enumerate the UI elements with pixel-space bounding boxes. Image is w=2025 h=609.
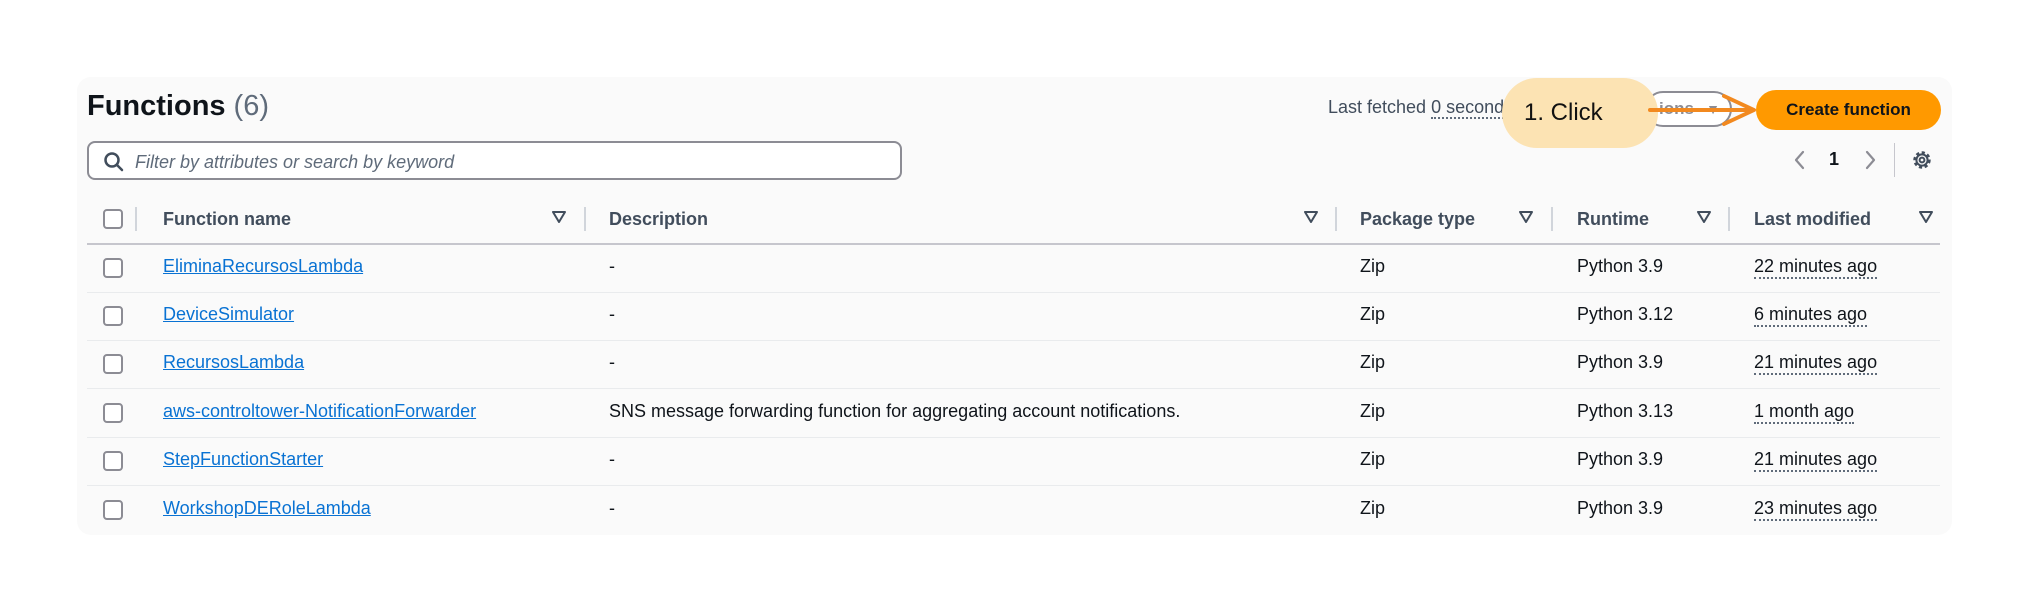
row-checkbox[interactable]: [103, 354, 123, 374]
last-fetched: Last fetched 0 second: [1328, 97, 1505, 119]
runtime: Python 3.9: [1577, 498, 1664, 518]
function-description: -: [609, 304, 615, 324]
last-modified: 6 minutes ago: [1754, 304, 1868, 327]
column-header-function-name[interactable]: Function name: [163, 209, 291, 230]
function-description: -: [609, 352, 615, 372]
runtime: Python 3.12: [1577, 304, 1674, 324]
column-divider: [584, 207, 586, 231]
last-modified: 1 month ago: [1754, 401, 1855, 424]
row-checkbox[interactable]: [103, 306, 123, 326]
pager-divider: [1894, 143, 1895, 177]
caret-down-icon: ▼: [1706, 101, 1720, 117]
package-type: Zip: [1360, 352, 1386, 372]
column-divider: [135, 207, 137, 231]
package-type: Zip: [1360, 304, 1386, 324]
function-name-link[interactable]: aws-controltower-NotificationForwarder: [163, 401, 476, 422]
title-text: Functions: [87, 90, 226, 122]
table-row: aws-controltower-NotificationForwarder S…: [87, 389, 1940, 438]
table-row: EliminaRecursosLambda - Zip Python 3.9 2…: [87, 244, 1940, 293]
select-all-checkbox[interactable]: [103, 209, 123, 229]
sort-icon[interactable]: [552, 211, 566, 223]
last-modified: 22 minutes ago: [1754, 256, 1878, 279]
create-function-button[interactable]: Create function: [1756, 90, 1941, 130]
function-description: -: [609, 498, 615, 518]
row-checkbox[interactable]: [103, 500, 123, 520]
page-number[interactable]: 1: [1829, 149, 1839, 170]
sort-icon[interactable]: [1919, 211, 1933, 223]
chevron-right-icon[interactable]: [1862, 148, 1878, 172]
last-modified: 23 minutes ago: [1754, 498, 1878, 521]
annotation-callout: 1. Click: [1502, 78, 1658, 148]
column-header-last-modified[interactable]: Last modified: [1754, 209, 1871, 230]
gear-icon[interactable]: [1910, 148, 1934, 172]
search-input[interactable]: [133, 149, 887, 175]
column-header-runtime[interactable]: Runtime: [1577, 209, 1649, 230]
function-name-link[interactable]: StepFunctionStarter: [163, 449, 323, 470]
search-box[interactable]: [87, 141, 902, 180]
package-type: Zip: [1360, 256, 1386, 276]
column-header-description[interactable]: Description: [609, 209, 708, 230]
sort-icon[interactable]: [1519, 211, 1533, 223]
page-title: Functions (6): [87, 90, 269, 123]
last-fetched-value: 0 second: [1431, 97, 1505, 119]
actions-label: ions: [1659, 99, 1694, 118]
last-modified: 21 minutes ago: [1754, 449, 1878, 472]
search-icon: [104, 152, 124, 172]
column-divider: [1728, 207, 1730, 231]
column-header-package-type[interactable]: Package type: [1360, 209, 1475, 230]
chevron-left-icon[interactable]: [1792, 148, 1808, 172]
runtime: Python 3.9: [1577, 352, 1664, 372]
runtime: Python 3.9: [1577, 256, 1664, 276]
sort-icon[interactable]: [1304, 211, 1318, 223]
function-name-link[interactable]: EliminaRecursosLambda: [163, 256, 363, 277]
row-checkbox[interactable]: [103, 403, 123, 423]
last-fetched-label: Last fetched: [1328, 97, 1427, 117]
row-checkbox[interactable]: [103, 258, 123, 278]
table-row: RecursosLambda - Zip Python 3.9 21 minut…: [87, 340, 1940, 389]
callout-text: 1. Click: [1524, 99, 1603, 126]
function-name-link[interactable]: DeviceSimulator: [163, 304, 294, 325]
function-count: (6): [233, 90, 269, 122]
runtime: Python 3.9: [1577, 449, 1664, 469]
actions-button[interactable]: ions ▼: [1645, 91, 1732, 127]
sort-icon[interactable]: [1697, 211, 1711, 223]
package-type: Zip: [1360, 401, 1386, 421]
table-row: StepFunctionStarter - Zip Python 3.9 21 …: [87, 437, 1940, 486]
table-header: Function name Description Package type R…: [87, 199, 1940, 245]
column-divider: [1551, 207, 1553, 231]
column-divider: [1335, 207, 1337, 231]
package-type: Zip: [1360, 449, 1386, 469]
table-row: DeviceSimulator - Zip Python 3.12 6 minu…: [87, 292, 1940, 341]
package-type: Zip: [1360, 498, 1386, 518]
function-name-link[interactable]: RecursosLambda: [163, 352, 304, 373]
row-checkbox[interactable]: [103, 451, 123, 471]
last-modified: 21 minutes ago: [1754, 352, 1878, 375]
function-name-link[interactable]: WorkshopDERoleLambda: [163, 498, 371, 519]
function-description: SNS message forwarding function for aggr…: [609, 401, 1181, 421]
function-description: -: [609, 256, 615, 276]
function-description: -: [609, 449, 615, 469]
runtime: Python 3.13: [1577, 401, 1674, 421]
table-row: WorkshopDERoleLambda - Zip Python 3.9 23…: [87, 486, 1940, 534]
